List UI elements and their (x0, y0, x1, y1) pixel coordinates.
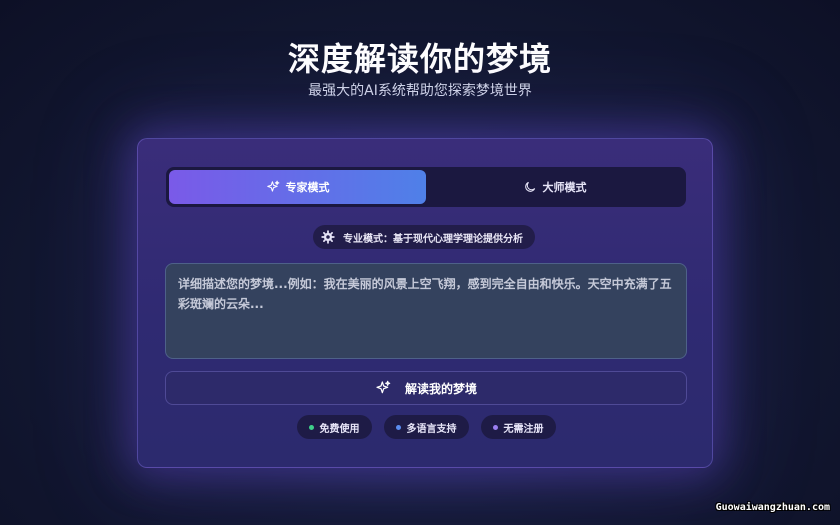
interpret-dream-button-label: 解读我的梦境 (404, 381, 477, 396)
status-dot (492, 424, 498, 430)
feature-badge-no-signup: 无需注册 (480, 415, 556, 439)
sparkle-icon (375, 380, 391, 396)
feature-badge-label: 免费使用 (319, 423, 360, 435)
mode-description-text: 专业模式：基于现代心理学理论提供分析 (343, 233, 523, 245)
tab-master-mode-label: 大师模式 (542, 181, 587, 194)
sparkle-icon (266, 180, 280, 194)
interpret-dream-button[interactable]: 解读我的梦境 (165, 371, 687, 405)
feature-badge-label: 无需注册 (503, 423, 544, 435)
tab-master-mode[interactable]: 大师模式 (426, 170, 683, 204)
dream-panel: 专家模式 大师模式 专业模式：基于现代心理学理论提供分析 详细描述您的梦境...… (137, 138, 713, 468)
feature-badge-free: 免费使用 (296, 415, 372, 439)
status-dot (308, 424, 314, 430)
page-subtitle: 最强大的AI系统帮助您探索梦境世界 (308, 83, 532, 99)
feature-badges: 免费使用 多语言支持 无需注册 (138, 415, 714, 441)
gear-icon (321, 230, 335, 244)
feature-badge-label: 多语言支持 (406, 423, 457, 435)
tab-expert-mode[interactable]: 专家模式 (169, 170, 426, 204)
feature-badge-multilingual: 多语言支持 (383, 415, 469, 439)
dream-description-input[interactable] (165, 263, 687, 359)
mode-description-badge: 专业模式：基于现代心理学理论提供分析 (313, 225, 535, 249)
moon-icon (523, 180, 537, 194)
tab-expert-mode-label: 专家模式 (285, 181, 330, 194)
mode-switch: 专家模式 大师模式 (166, 167, 686, 207)
watermark: Guowaiwangzhuan.com (715, 502, 830, 513)
status-dot (395, 424, 401, 430)
page-title: 深度解读你的梦境 (287, 40, 552, 78)
